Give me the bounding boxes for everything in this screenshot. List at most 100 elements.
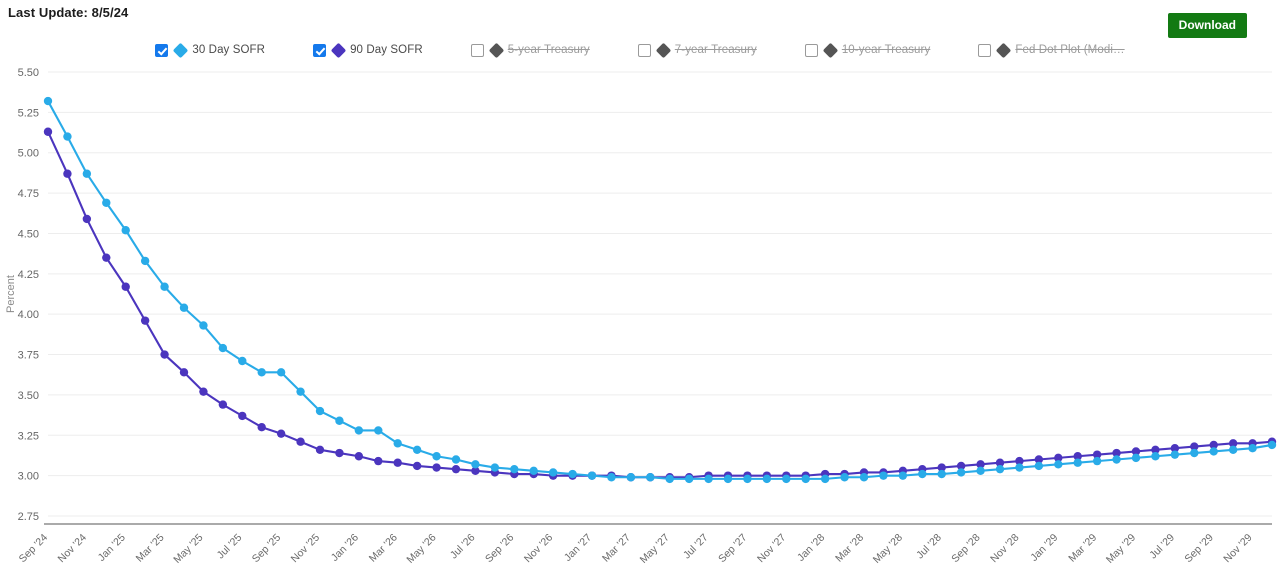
series-data-point[interactable] bbox=[1190, 449, 1198, 457]
series-data-point[interactable] bbox=[821, 475, 829, 483]
series-data-point[interactable] bbox=[607, 473, 615, 481]
series-data-point[interactable] bbox=[335, 417, 343, 425]
series-data-point[interactable] bbox=[160, 283, 168, 291]
series-data-point[interactable] bbox=[199, 387, 207, 395]
series-data-point[interactable] bbox=[83, 215, 91, 223]
series-data-point[interactable] bbox=[102, 253, 110, 261]
series-data-point[interactable] bbox=[491, 463, 499, 471]
legend-item-5-year-treasury[interactable]: 5-year Treasury bbox=[471, 44, 590, 57]
series-data-point[interactable] bbox=[199, 321, 207, 329]
series-data-point[interactable] bbox=[394, 439, 402, 447]
series-data-point[interactable] bbox=[840, 473, 848, 481]
series-data-point[interactable] bbox=[996, 465, 1004, 473]
series-data-point[interactable] bbox=[296, 387, 304, 395]
series-data-point[interactable] bbox=[180, 368, 188, 376]
series-data-point[interactable] bbox=[432, 452, 440, 460]
series-data-point[interactable] bbox=[782, 475, 790, 483]
series-data-point[interactable] bbox=[83, 170, 91, 178]
series-data-point[interactable] bbox=[413, 446, 421, 454]
series-data-point[interactable] bbox=[44, 128, 52, 136]
series-data-point[interactable] bbox=[1132, 454, 1140, 462]
chart-svg: 5.505.255.004.754.504.254.003.753.503.25… bbox=[0, 60, 1280, 576]
series-data-point[interactable] bbox=[627, 473, 635, 481]
series-data-point[interactable] bbox=[510, 465, 518, 473]
series-data-point[interactable] bbox=[355, 452, 363, 460]
series-data-point[interactable] bbox=[122, 226, 130, 234]
series-data-point[interactable] bbox=[63, 170, 71, 178]
series-data-point[interactable] bbox=[1093, 457, 1101, 465]
series-data-point[interactable] bbox=[44, 97, 52, 105]
legend-checkbox[interactable] bbox=[313, 44, 326, 57]
series-data-point[interactable] bbox=[549, 468, 557, 476]
series-data-point[interactable] bbox=[588, 471, 596, 479]
series-data-point[interactable] bbox=[219, 400, 227, 408]
legend-item-fed-dot-plot-modi[interactable]: Fed Dot Plot (Modi… bbox=[978, 44, 1124, 57]
series-data-point[interactable] bbox=[316, 407, 324, 415]
series-data-point[interactable] bbox=[879, 471, 887, 479]
series-data-point[interactable] bbox=[802, 475, 810, 483]
series-data-point[interactable] bbox=[277, 429, 285, 437]
series-data-point[interactable] bbox=[471, 460, 479, 468]
series-data-point[interactable] bbox=[1112, 455, 1120, 463]
series-data-point[interactable] bbox=[452, 455, 460, 463]
series-data-point[interactable] bbox=[1248, 444, 1256, 452]
series-data-point[interactable] bbox=[860, 473, 868, 481]
series-data-point[interactable] bbox=[1210, 447, 1218, 455]
series-data-point[interactable] bbox=[355, 426, 363, 434]
legend-checkbox[interactable] bbox=[155, 44, 168, 57]
series-data-point[interactable] bbox=[258, 368, 266, 376]
series-data-point[interactable] bbox=[724, 475, 732, 483]
legend-item-7-year-treasury[interactable]: 7-year Treasury bbox=[638, 44, 757, 57]
series-data-point[interactable] bbox=[976, 467, 984, 475]
legend-item-90-day-sofr[interactable]: 90 Day SOFR bbox=[313, 44, 423, 57]
series-data-point[interactable] bbox=[374, 426, 382, 434]
series-data-point[interactable] bbox=[1015, 463, 1023, 471]
series-data-point[interactable] bbox=[452, 465, 460, 473]
series-data-point[interactable] bbox=[374, 457, 382, 465]
series-data-point[interactable] bbox=[316, 446, 324, 454]
series-data-point[interactable] bbox=[666, 475, 674, 483]
series-data-point[interactable] bbox=[1229, 446, 1237, 454]
series-data-point[interactable] bbox=[238, 412, 246, 420]
series-data-point[interactable] bbox=[63, 132, 71, 140]
series-data-point[interactable] bbox=[102, 199, 110, 207]
series-data-point[interactable] bbox=[238, 357, 246, 365]
series-data-point[interactable] bbox=[277, 368, 285, 376]
series-data-point[interactable] bbox=[1054, 460, 1062, 468]
series-data-point[interactable] bbox=[918, 470, 926, 478]
series-data-point[interactable] bbox=[432, 463, 440, 471]
series-data-point[interactable] bbox=[258, 423, 266, 431]
legend-checkbox[interactable] bbox=[471, 44, 484, 57]
series-data-point[interactable] bbox=[1151, 452, 1159, 460]
series-data-point[interactable] bbox=[394, 459, 402, 467]
series-data-point[interactable] bbox=[180, 304, 188, 312]
series-data-point[interactable] bbox=[122, 283, 130, 291]
series-data-point[interactable] bbox=[1268, 441, 1276, 449]
series-data-point[interactable] bbox=[646, 473, 654, 481]
series-data-point[interactable] bbox=[141, 257, 149, 265]
legend-item-30-day-sofr[interactable]: 30 Day SOFR bbox=[155, 44, 265, 57]
series-data-point[interactable] bbox=[296, 438, 304, 446]
series-data-point[interactable] bbox=[335, 449, 343, 457]
series-data-point[interactable] bbox=[1035, 462, 1043, 470]
series-data-point[interactable] bbox=[1074, 459, 1082, 467]
legend-checkbox[interactable] bbox=[638, 44, 651, 57]
legend-checkbox[interactable] bbox=[805, 44, 818, 57]
series-data-point[interactable] bbox=[219, 344, 227, 352]
series-data-point[interactable] bbox=[763, 475, 771, 483]
series-data-point[interactable] bbox=[685, 475, 693, 483]
series-data-point[interactable] bbox=[957, 468, 965, 476]
legend-item-10-year-treasury[interactable]: 10-year Treasury bbox=[805, 44, 931, 57]
series-data-point[interactable] bbox=[413, 462, 421, 470]
series-data-point[interactable] bbox=[743, 475, 751, 483]
series-data-point[interactable] bbox=[899, 471, 907, 479]
series-data-point[interactable] bbox=[1171, 450, 1179, 458]
series-data-point[interactable] bbox=[938, 470, 946, 478]
legend-checkbox[interactable] bbox=[978, 44, 991, 57]
series-data-point[interactable] bbox=[141, 316, 149, 324]
download-button[interactable]: Download bbox=[1168, 13, 1247, 38]
series-data-point[interactable] bbox=[160, 350, 168, 358]
series-data-point[interactable] bbox=[530, 467, 538, 475]
series-data-point[interactable] bbox=[704, 475, 712, 483]
series-data-point[interactable] bbox=[568, 470, 576, 478]
